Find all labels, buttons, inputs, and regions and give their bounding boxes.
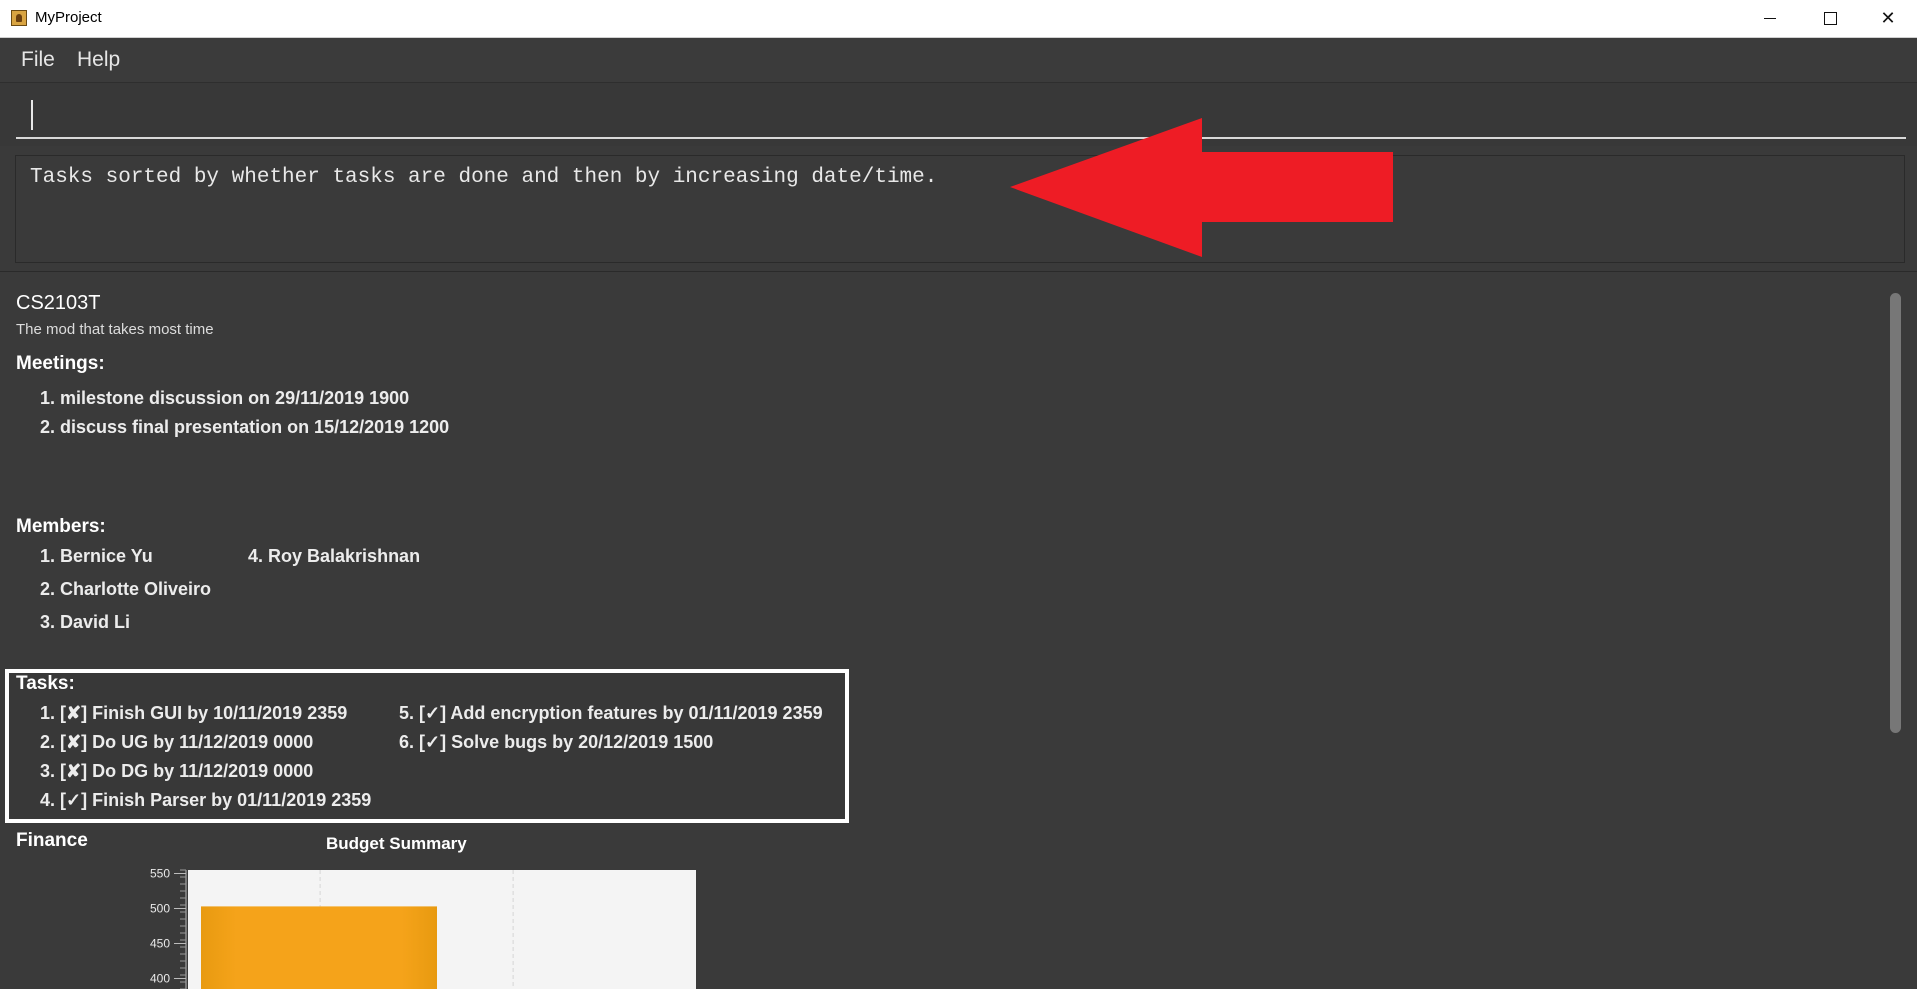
scrollbar[interactable] (1890, 293, 1901, 733)
menu-bar: File Help (0, 38, 1917, 83)
y-tick-label: 500 (150, 902, 170, 916)
budget-chart: 400 450 500 550 (150, 867, 696, 989)
close-icon: ✕ (1880, 8, 1896, 29)
task-item: 2. [✘] Do UG by 11/12/2019 0000 (40, 732, 314, 752)
members-heading: Members: (16, 516, 106, 537)
chart-title: Budget Summary (326, 834, 467, 853)
app-icon (11, 10, 27, 26)
project-title: CS2103T (16, 292, 101, 314)
y-tick-label: 550 (150, 867, 170, 881)
project-description: The mod that takes most time (16, 321, 214, 338)
result-message: Tasks sorted by whether tasks are done a… (30, 166, 938, 189)
finance-heading: Finance (16, 830, 88, 851)
budget-bar (201, 906, 437, 989)
minimize-button[interactable] (1741, 0, 1799, 37)
chart-bars (201, 906, 437, 989)
member-item: 3. David Li (40, 612, 131, 632)
meeting-item: 2. discuss final presentation on 15/12/2… (40, 417, 450, 437)
member-item: 4. Roy Balakrishnan (248, 546, 421, 566)
task-item: 6. [✓] Solve bugs by 20/12/2019 1500 (399, 732, 714, 752)
y-tick-label: 450 (150, 937, 170, 951)
close-button[interactable]: ✕ (1859, 0, 1917, 37)
meeting-item: 1. milestone discussion on 29/11/2019 19… (40, 388, 410, 408)
result-display: Tasks sorted by whether tasks are done a… (15, 155, 1905, 263)
tasks-heading: Tasks: (16, 673, 75, 694)
task-item: 3. [✘] Do DG by 11/12/2019 0000 (40, 761, 314, 781)
member-item: 1. Bernice Yu (40, 546, 153, 566)
menu-file[interactable]: File (21, 48, 55, 72)
y-tick-label: 400 (150, 972, 170, 986)
title-bar: MyProject ✕ (0, 0, 1917, 38)
y-axis: 400 450 500 550 (150, 867, 187, 989)
member-item: 2. Charlotte Oliveiro (40, 579, 212, 599)
task-item: 1. [✘] Finish GUI by 10/11/2019 2359 (40, 703, 348, 723)
command-input[interactable] (16, 97, 1906, 139)
menu-help[interactable]: Help (77, 48, 120, 72)
meetings-heading: Meetings: (16, 353, 105, 374)
minimize-icon (1764, 18, 1776, 19)
annotation-arrow-icon (1010, 118, 1393, 257)
window-title: MyProject (35, 9, 102, 26)
task-item: 5. [✓] Add encryption features by 01/11/… (399, 703, 823, 723)
task-item: 4. [✓] Finish Parser by 01/11/2019 2359 (40, 790, 372, 810)
maximize-button[interactable] (1801, 0, 1859, 37)
text-caret (31, 100, 33, 130)
maximize-icon (1823, 12, 1837, 25)
